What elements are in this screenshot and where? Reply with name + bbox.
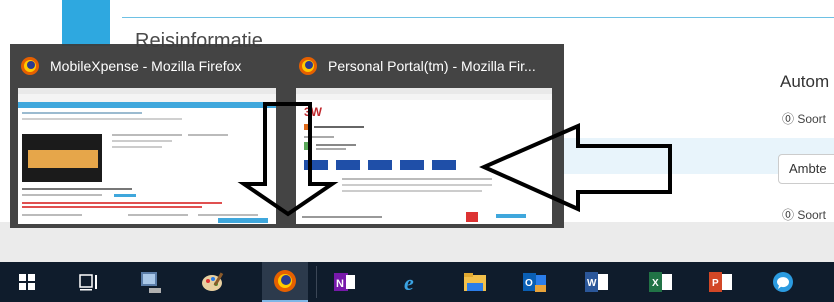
taskbar: N e O W X P xyxy=(0,262,834,302)
firefox-icon[interactable] xyxy=(262,262,308,302)
task-view-icon[interactable] xyxy=(66,262,112,302)
paint-icon[interactable] xyxy=(190,262,236,302)
windows-start-icon[interactable] xyxy=(4,262,50,302)
internet-explorer-icon[interactable]: e xyxy=(390,262,436,302)
onenote-icon[interactable]: N xyxy=(322,262,368,302)
svg-text:W: W xyxy=(587,278,597,289)
chat-icon[interactable] xyxy=(760,262,806,302)
svg-text:P: P xyxy=(712,278,719,289)
svg-text:O: O xyxy=(525,278,533,289)
word-icon[interactable]: W xyxy=(574,262,620,302)
outlook-icon[interactable]: O xyxy=(512,262,558,302)
excel-icon[interactable]: X xyxy=(638,262,684,302)
svg-text:e: e xyxy=(404,270,414,294)
computer-icon[interactable] xyxy=(128,262,174,302)
powerpoint-icon[interactable]: P xyxy=(698,262,744,302)
svg-text:N: N xyxy=(336,278,344,290)
file-explorer-icon[interactable] xyxy=(452,262,498,302)
svg-text:X: X xyxy=(652,278,659,289)
down-arrow-outline xyxy=(237,102,339,217)
left-arrow-outline xyxy=(479,122,672,213)
taskbar-separator xyxy=(316,266,317,298)
annotation-arrows xyxy=(237,102,672,217)
